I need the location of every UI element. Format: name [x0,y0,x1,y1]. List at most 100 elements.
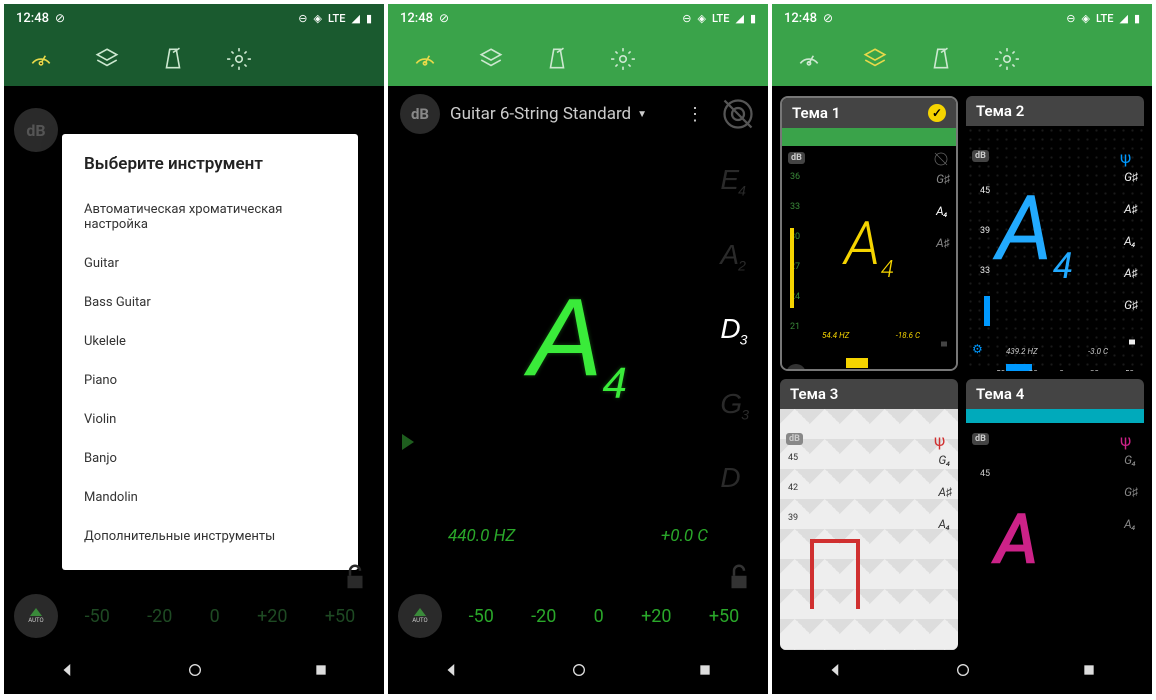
scale-tick: 0 [594,606,604,627]
home-button[interactable] [955,662,971,682]
strip-note: G3 [720,388,748,423]
clock-time: 12:48 [16,11,49,26]
signal-icon: ◢ [1119,12,1127,25]
android-nav-bar [388,650,768,694]
tuner-header: dB Guitar 6-String Standard ▼ ⋮ [388,86,768,142]
clock-time: 12:48 [400,11,433,26]
instrument-item-violin[interactable]: Violin [84,400,336,439]
wifi-icon: ◈ [697,12,705,25]
mini-fork-icon: ψ [1120,431,1138,449]
tuner-tab-icon[interactable] [796,46,822,72]
tab-bar [388,32,768,86]
lte-label: LTE [328,12,346,25]
theme-selected-icon: ✓ [928,104,946,122]
recent-button[interactable] [1081,662,1097,682]
dnd-icon: ⊘ [439,11,449,25]
tuner-tab-icon[interactable] [28,46,54,72]
recent-button[interactable] [313,662,329,682]
scale-tick: -20 [531,606,556,627]
mini-note: A [994,499,1039,581]
instrument-item-auto[interactable]: Автоматическая хроматическая настройка [84,190,336,244]
strip-note: D [720,462,748,497]
theme-title: Тема 1 [792,104,840,122]
back-button[interactable] [443,661,461,683]
android-nav-bar [772,650,1152,694]
theme-card-3[interactable]: Тема 3 dB ψ 45 42 39 G₄ A♯ A₄ [780,379,958,650]
auto-manual-toggle[interactable]: AUTO [398,594,442,638]
strip-note-active: D3 [720,313,748,348]
settings-tab-icon[interactable] [994,46,1020,72]
layers-tab-icon[interactable] [478,46,504,72]
left-marker-icon [402,434,414,450]
settings-tab-icon[interactable] [610,46,636,72]
back-button[interactable] [59,661,77,683]
android-nav-bar [4,650,384,694]
mini-auto-toggle [786,364,806,371]
scale-tick: -50 [469,606,494,627]
recent-button[interactable] [697,662,713,682]
scale-tick: +20 [257,606,287,627]
layers-tab-icon[interactable] [862,46,888,72]
strip-note: A2 [720,239,748,274]
instrument-item-guitar[interactable]: Guitar [84,244,336,283]
mini-lock-icon [938,334,950,348]
status-indicators: ⊖ ◈ LTE ◢ ▮ [1066,12,1140,25]
battery-icon: ▮ [1134,12,1140,25]
db-badge[interactable]: dB [14,108,58,152]
tuner-body: E4 A2 D3 G3 D A4 440.0 HZ +0.0 C [388,144,768,650]
scale-tick: -50 [85,606,110,627]
bottom-scale-row: AUTO -50 -20 0 +20 +50 [4,586,384,646]
minus-icon: ⊖ [1066,12,1075,25]
minus-icon: ⊖ [298,12,307,25]
metronome-tab-icon[interactable] [160,46,186,72]
mini-db-badge: dB [786,433,803,445]
metronome-tab-icon[interactable] [928,46,954,72]
theme-card-1[interactable]: Тема 1 ✓ dB 36 33 30 27 24 21 A4 G♯ [780,96,958,371]
mini-note: A4 [844,208,893,283]
dialog-title: Выберите инструмент [84,154,336,174]
mini-lock-icon [1126,332,1138,346]
theme-card-4[interactable]: Тема 4 dB ψ 45 A G₄ G♯ A₄ [966,379,1144,650]
status-bar: 12:48 ⊘ ⊖ ◈ LTE ◢ ▮ [4,4,384,32]
lte-label: LTE [712,12,730,25]
screen-instrument-dialog: 12:48 ⊘ ⊖ ◈ LTE ◢ ▮ dB Выберите инструме… [4,4,384,694]
mini-gear-icon: ⚙ [972,342,983,356]
tuner-tab-icon[interactable] [412,46,438,72]
back-button[interactable] [827,661,845,683]
home-button[interactable] [187,662,203,682]
target-icon[interactable] [720,96,756,132]
home-button[interactable] [571,662,587,682]
minus-icon: ⊖ [682,12,691,25]
instrument-item-mandolin[interactable]: Mandolin [84,478,336,517]
mini-db-badge: dB [972,433,989,445]
theme-title: Тема 3 [790,385,838,403]
more-menu-icon[interactable]: ⋮ [686,104,704,125]
auto-manual-toggle[interactable]: AUTO [14,594,58,638]
wifi-icon: ◈ [1081,12,1089,25]
mini-fork-icon: ψ [1120,148,1138,166]
status-bar: 12:48 ⊘ ⊖ ◈ LTE ◢ ▮ [388,4,768,32]
instrument-item-banjo[interactable]: Banjo [84,439,336,478]
signal-icon: ◢ [351,12,359,25]
db-badge[interactable]: dB [400,94,440,134]
instrument-item-bass[interactable]: Bass Guitar [84,283,336,322]
instrument-dialog: Выберите инструмент Автоматическая хрома… [62,134,358,570]
instrument-item-piano[interactable]: Piano [84,361,336,400]
dnd-icon: ⊘ [823,11,833,25]
note-strip[interactable]: E4 A2 D3 G3 D [720,164,748,497]
strip-note: E4 [720,164,748,199]
metronome-tab-icon[interactable] [544,46,570,72]
layers-tab-icon[interactable] [94,46,120,72]
scale-tick: +50 [709,606,739,627]
settings-tab-icon[interactable] [226,46,252,72]
instrument-item-ukelele[interactable]: Ukelele [84,322,336,361]
tuning-select[interactable]: Guitar 6-String Standard [450,104,631,124]
screen-themes: 12:48 ⊘ ⊖ ◈ LTE ◢ ▮ Тема 1 ✓ dB [772,4,1152,694]
mini-db-badge: dB [788,152,805,164]
instrument-item-more[interactable]: Дополнительные инструменты [84,517,336,556]
dropdown-caret-icon[interactable]: ▼ [637,109,647,120]
themes-grid: Тема 1 ✓ dB 36 33 30 27 24 21 A4 G♯ [780,96,1144,650]
theme-card-2[interactable]: Тема 2 dB ψ 45 39 33 A4 G♯ A♯ A₄ A♯ G♯ [966,96,1144,371]
clock-time: 12:48 [784,11,817,26]
theme-title: Тема 2 [976,102,1024,120]
